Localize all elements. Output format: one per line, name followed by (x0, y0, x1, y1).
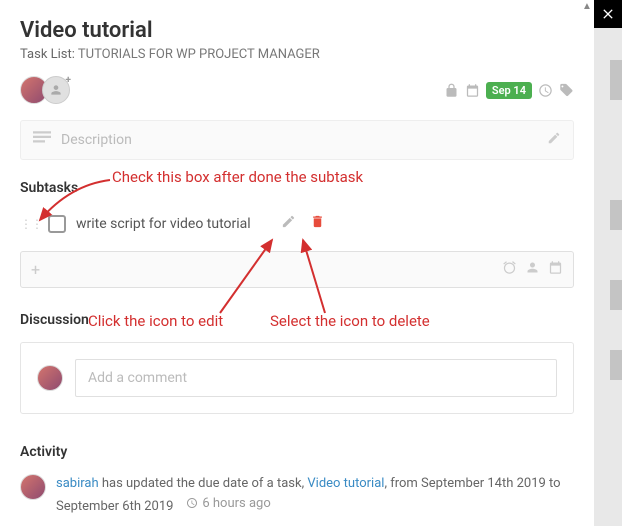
add-assignee-button[interactable]: + (42, 76, 70, 104)
activity-item: sabirah has updated the due date of a ta… (20, 474, 574, 516)
subtask-checkbox[interactable] (48, 215, 66, 233)
activity-time: 6 hours ago (186, 494, 270, 514)
user-icon (49, 83, 63, 97)
tasklist-line: Task List: TUTORIALS FOR WP PROJECT MANA… (20, 47, 574, 62)
discussion-heading: Discussion (20, 312, 574, 328)
activity-heading: Activity (20, 444, 574, 460)
edit-subtask-icon[interactable] (281, 214, 296, 233)
page-title: Video tutorial (20, 18, 574, 43)
edit-description-icon[interactable] (547, 131, 561, 149)
activity-user-link[interactable]: sabirah (56, 476, 99, 491)
activity-avatar (20, 474, 46, 500)
tag-icon[interactable] (559, 83, 574, 98)
description-row[interactable]: Description (20, 120, 574, 160)
subtask-row: ⋮⋮ write script for video tutorial (20, 210, 574, 237)
calendar-icon[interactable] (465, 83, 480, 98)
tasklist-name: TUTORIALS FOR WP PROJECT MANAGER (78, 47, 320, 62)
close-button[interactable] (594, 0, 622, 28)
comment-box: Add a comment (20, 342, 574, 414)
assign-user-icon[interactable] (525, 260, 540, 279)
comment-input[interactable]: Add a comment (75, 359, 557, 397)
delete-subtask-icon[interactable] (310, 214, 325, 233)
right-sidebar-strip (594, 0, 622, 526)
plus-icon: + (31, 260, 40, 279)
lock-icon[interactable] (444, 83, 459, 98)
due-date-badge[interactable]: Sep 14 (486, 82, 532, 99)
activity-text-1: has updated the due date of a task, (99, 476, 308, 491)
subtasks-heading: Subtasks (20, 180, 574, 196)
close-icon (600, 6, 616, 22)
commenter-avatar (37, 365, 63, 391)
paragraph-icon (33, 131, 51, 149)
add-subtask-row[interactable]: + (20, 251, 574, 288)
due-date-icon[interactable] (548, 260, 563, 279)
drag-handle-icon[interactable]: ⋮⋮ (20, 217, 42, 231)
activity-task-link[interactable]: Video tutorial (307, 476, 384, 491)
clock-icon[interactable] (538, 83, 553, 98)
reminder-icon[interactable] (502, 260, 517, 279)
tasklist-label: Task List: (20, 47, 75, 62)
subtask-text: write script for video tutorial (76, 216, 251, 232)
add-subtask-input[interactable] (48, 262, 494, 278)
description-placeholder: Description (61, 132, 547, 148)
scroll-up-icon[interactable]: ▲ (580, 0, 594, 14)
clock-icon (186, 497, 198, 509)
